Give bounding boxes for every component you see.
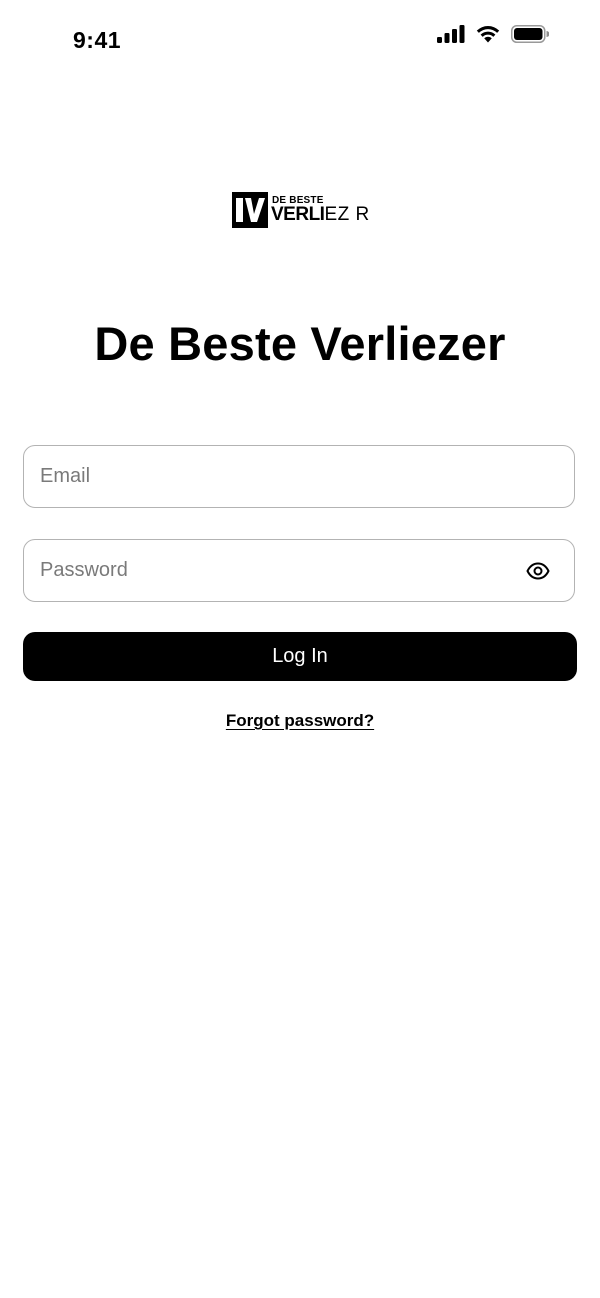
eye-icon[interactable] — [526, 559, 550, 583]
logo-big-text-bold: VERLI — [271, 204, 325, 225]
battery-icon — [511, 24, 549, 43]
password-field-container — [23, 539, 575, 602]
brand-logo: DE BESTE VERLIEZ R — [232, 190, 372, 230]
password-field[interactable] — [40, 540, 520, 601]
email-field[interactable] — [40, 446, 520, 507]
status-time: 9:41 — [73, 27, 122, 53]
wifi-icon — [476, 26, 500, 43]
page-title: De Beste Verliezer — [94, 317, 506, 370]
forgot-password-container: Forgot password? — [0, 711, 600, 731]
login-button[interactable]: Log In — [23, 632, 577, 681]
logo-big-text: VERLIEZ R — [271, 205, 370, 225]
status-icons — [437, 24, 549, 43]
logo-big-text-light: EZ R — [324, 204, 370, 225]
logo-mark-icon — [232, 192, 268, 228]
status-bar: 9:41 — [0, 0, 600, 80]
email-field-container — [23, 445, 575, 508]
cellular-signal-icon — [437, 24, 465, 43]
forgot-password-link[interactable]: Forgot password? — [226, 711, 374, 730]
